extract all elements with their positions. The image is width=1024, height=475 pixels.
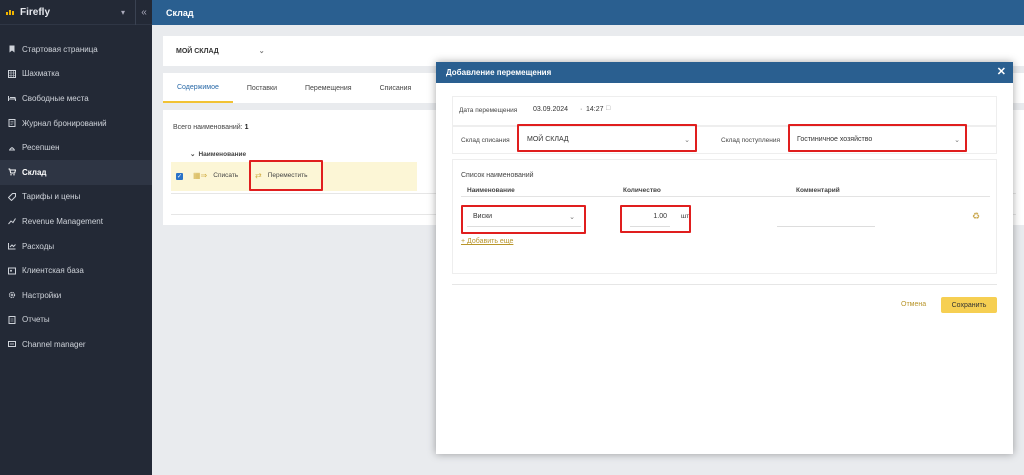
column-quantity: Количество <box>623 187 661 194</box>
boxes-icon: ▦⇒ <box>193 171 208 180</box>
tab-transfers[interactable]: Перемещения <box>291 73 366 103</box>
bookmark-icon <box>8 45 16 53</box>
sidebar-item-0[interactable]: Стартовая страница <box>0 37 152 62</box>
sidebar-item-1[interactable]: Шахматка <box>0 62 152 87</box>
date-label: Дата перемещения <box>459 107 518 114</box>
page-title: Склад <box>166 7 194 18</box>
highlight-item <box>461 205 586 234</box>
grid-icon <box>8 69 16 78</box>
bed-icon <box>8 94 16 102</box>
gear-icon <box>8 291 16 299</box>
add-transfer-dialog: Добавление перемещения ✕ Дата перемещени… <box>436 62 1013 454</box>
sidebar-item-label: Журнал бронирований <box>22 118 107 128</box>
cancel-button[interactable]: Отмена <box>901 301 926 308</box>
sidebar-item-4[interactable]: Ресепшен <box>0 135 152 160</box>
journal-icon <box>8 119 16 128</box>
clients-icon <box>8 267 16 275</box>
divider <box>452 284 997 285</box>
collapse-sidebar-icon[interactable]: « <box>135 0 152 25</box>
sidebar-item-2[interactable]: Свободные места <box>0 86 152 111</box>
sidebar-nav: Стартовая страница Шахматка Свободные мест… <box>0 25 152 357</box>
sidebar-item-3[interactable]: Журнал бронирований <box>0 111 152 136</box>
sidebar-item-label: Ресепшен <box>22 143 60 153</box>
chart-icon <box>8 217 16 225</box>
save-button[interactable]: Сохранить <box>941 297 997 313</box>
sidebar-item-label: Отчеты <box>22 315 50 325</box>
separator: · <box>580 106 583 113</box>
calendar-icon[interactable]: □ <box>606 105 610 112</box>
sidebar-item-10[interactable]: Настройки <box>0 283 152 308</box>
sidebar-item-label: Клиентская база <box>22 266 84 276</box>
sidebar-item-12[interactable]: Channel manager <box>0 332 152 357</box>
sidebar-item-label: Шахматка <box>22 69 60 79</box>
highlight-move <box>249 160 323 191</box>
tag-icon <box>8 192 16 201</box>
sidebar-item-7[interactable]: Revenue Management <box>0 209 152 234</box>
column-comment: Комментарий <box>796 187 840 194</box>
sidebar-item-label: Revenue Management <box>22 216 103 226</box>
column-name: Наименование <box>467 187 515 194</box>
reports-icon <box>8 315 16 324</box>
sidebar-item-label: Тарифы и цены <box>22 192 81 202</box>
sidebar-item-9[interactable]: Клиентская база <box>0 258 152 283</box>
highlight-qty <box>620 205 691 233</box>
tab-contents[interactable]: Содержимое <box>163 73 233 103</box>
close-icon[interactable]: ✕ <box>997 66 1006 78</box>
sidebar-item-label: Свободные места <box>22 93 89 103</box>
sidebar-item-label: Настройки <box>22 290 62 300</box>
sidebar-item-6[interactable]: Тарифы и цены <box>0 185 152 210</box>
brand-bar: Firefly ▾ « <box>0 0 152 25</box>
date-card: Дата перемещения 03.09.2024 · 14:27 □ <box>452 96 997 126</box>
add-more-link[interactable]: + Добавить еще <box>461 238 513 245</box>
sidebar-item-label: Стартовая страница <box>22 44 98 54</box>
to-warehouse-label: Склад поступления <box>721 137 780 144</box>
sidebar-item-8[interactable]: Расходы <box>0 234 152 259</box>
sidebar: Firefly ▾ « Стартовая страница Шахматка Св… <box>0 0 152 475</box>
app-name: Firefly <box>20 6 51 18</box>
cart-icon <box>8 168 16 176</box>
column-header-name[interactable]: ⌄ Наименование <box>190 150 246 158</box>
sidebar-item-5[interactable]: Склад <box>0 159 152 185</box>
dialog-title: Добавление перемещения <box>446 68 552 77</box>
trash-icon[interactable]: ♻ <box>972 211 980 222</box>
logo-icon <box>6 9 16 15</box>
reception-icon <box>8 144 16 152</box>
write-off-button[interactable]: ▦⇒ Списать <box>193 171 238 180</box>
store-name: МОЙ СКЛАД <box>176 47 219 55</box>
expenses-icon <box>8 242 16 250</box>
dialog-header: Добавление перемещения ✕ <box>436 62 1013 83</box>
sidebar-item-label: Склад <box>22 167 47 177</box>
from-warehouse-label: Склад списания <box>461 137 510 144</box>
sidebar-item-label: Расходы <box>22 241 55 251</box>
highlight-to <box>788 124 967 152</box>
chevron-down-icon: ⌄ <box>258 48 265 55</box>
item-comment-input[interactable] <box>777 207 875 227</box>
highlight-from <box>517 124 697 152</box>
tab-write-offs[interactable]: Списания <box>366 73 426 103</box>
row-checkbox[interactable]: ✓ <box>176 173 183 180</box>
chevron-down-icon: ⌄ <box>190 151 196 158</box>
sidebar-item-11[interactable]: Отчеты <box>0 308 152 333</box>
date-value[interactable]: 03.09.2024 <box>533 106 568 113</box>
page-header: Склад <box>152 0 1024 25</box>
tab-deliveries[interactable]: Поставки <box>233 73 291 103</box>
items-table-header: Наименование Количество Комментарий <box>461 183 990 197</box>
chevron-down-icon[interactable]: ▾ <box>121 8 125 17</box>
channel-icon <box>8 340 16 348</box>
time-value[interactable]: 14:27 <box>586 106 604 113</box>
sidebar-item-label: Channel manager <box>22 339 86 349</box>
total-count: Всего наименований: 1 <box>173 124 249 131</box>
items-list-title: Список наименований <box>461 172 534 179</box>
